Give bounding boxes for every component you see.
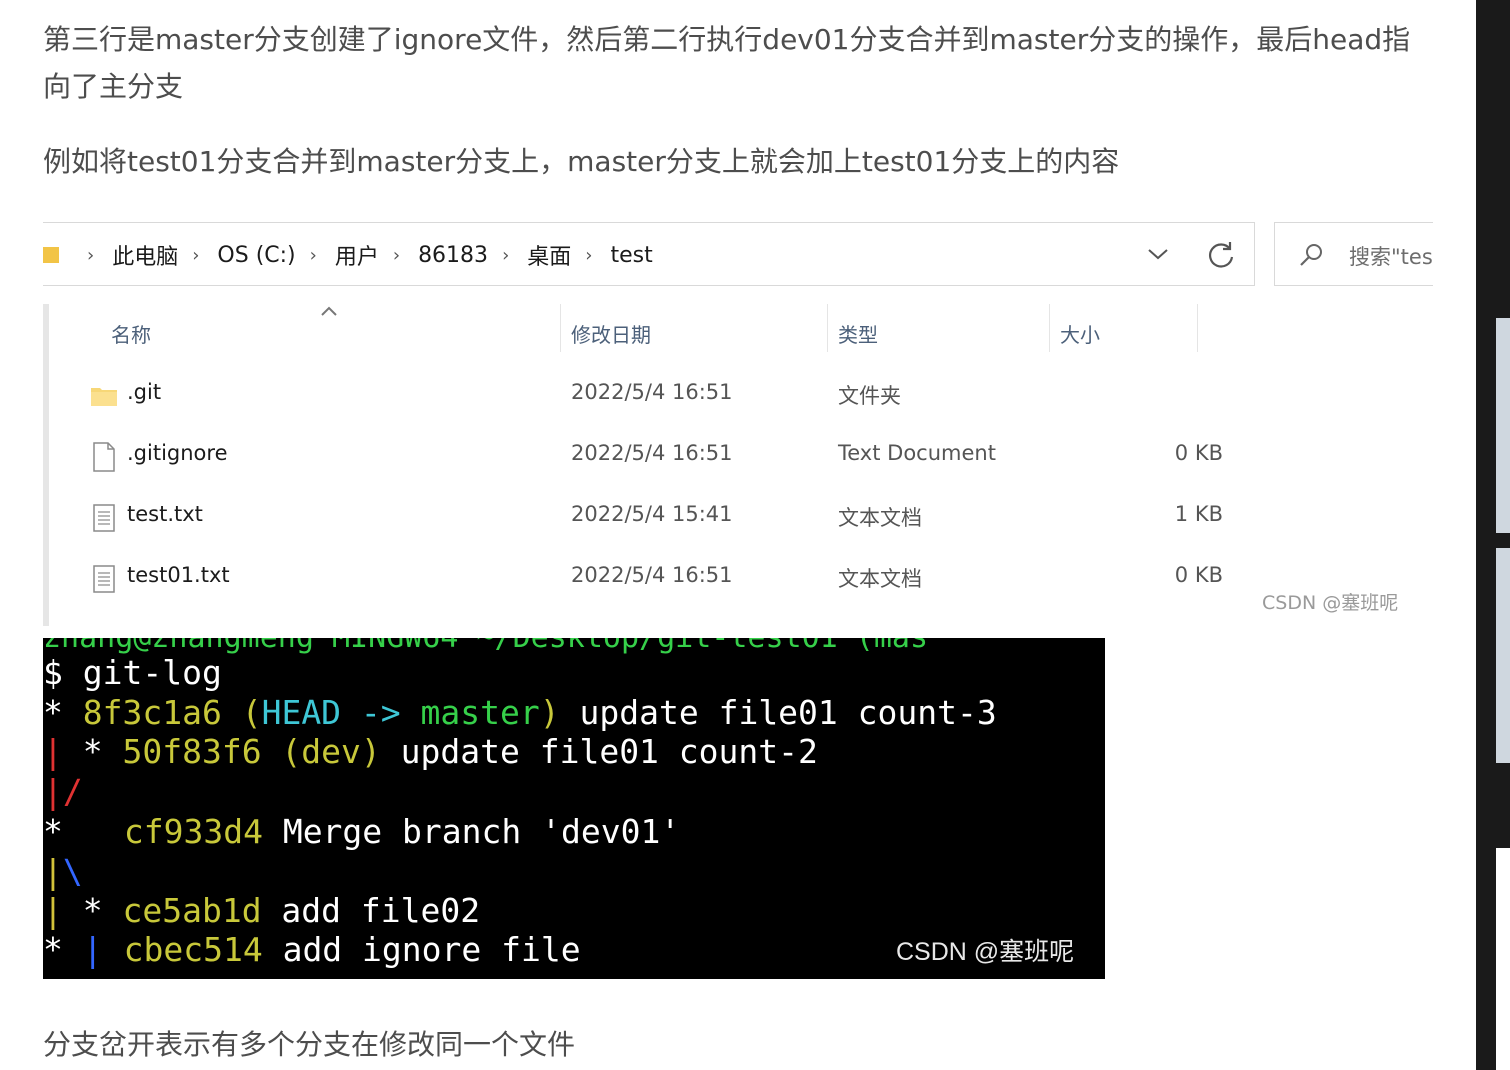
chevron-right-icon[interactable]: › [393,245,400,266]
file-date: 2022/5/4 16:51 [571,563,733,587]
side-panel [1496,848,1510,1070]
graph-star: * [43,812,63,851]
git-log-command: $ git-log [43,653,222,692]
graph-star: * [62,732,123,771]
watermark: CSDN @塞班呢 [1262,592,1399,614]
commit-hash: ce5ab1d [122,891,262,930]
sort-ascending-icon[interactable] [319,304,339,318]
commit-message: add ignore file [262,930,581,969]
head-ref: HEAD [261,693,342,732]
chevron-right-icon[interactable]: › [192,245,199,266]
terminal-command-line: $ git-log [43,653,222,692]
text-file-icon [93,504,115,532]
file-name: test.txt [127,502,203,526]
side-thumbnail[interactable] [1496,318,1510,533]
refresh-icon[interactable] [1203,237,1239,273]
branch-ref: (dev) [261,732,381,771]
file-list: 名称 修改日期 类型 大小 .git 2022/5/4 16:51 文件夹 .g… [43,304,1433,626]
file-row-git[interactable]: .git 2022/5/4 16:51 文件夹 [83,370,1203,422]
column-divider[interactable] [560,304,561,352]
log-line: * | cbec514 add ignore file [43,930,581,969]
column-divider[interactable] [827,304,828,352]
file-name: test01.txt [127,563,230,587]
graph-star: * [62,891,123,930]
breadcrumb-desktop[interactable]: 桌面 [523,239,575,271]
paragraph-merge-example: 例如将test01分支合并到master分支上，master分支上就会加上tes… [43,145,1120,178]
breadcrumb: › 此电脑 › OS (C:) › 用户 › 86183 › 桌面 › test [43,223,657,287]
graph-line: |/ [43,772,83,811]
folder-icon [91,388,117,406]
log-line: * cf933d4 Merge branch 'dev01' [43,812,680,851]
chevron-right-icon[interactable]: › [310,245,317,266]
ref-arrow: -> [341,693,421,732]
file-row-gitignore[interactable]: .gitignore 2022/5/4 16:51 Text Document … [83,431,1223,483]
refs-close: ) [539,693,560,732]
file-explorer-screenshot: › 此电脑 › OS (C:) › 用户 › 86183 › 桌面 › test… [43,222,1433,626]
log-line: | * ce5ab1d add file02 [43,891,480,930]
file-date: 2022/5/4 16:51 [571,380,733,404]
file-row-test-txt[interactable]: test.txt 2022/5/4 15:41 文本文档 1 KB [83,492,1223,544]
paragraph-graph-explanation: 第三行是master分支创建了ignore文件，然后第二行执行dev01分支合并… [43,23,1411,103]
breadcrumb-this-pc[interactable]: 此电脑 [108,239,182,271]
file-size: 1 KB [1174,502,1223,526]
file-type: 文件夹 [838,384,901,408]
file-type: Text Document [838,441,996,465]
commit-hash: cbec514 [123,930,263,969]
graph-bar: | [43,891,63,930]
chevron-right-icon[interactable]: › [87,245,94,266]
address-bar[interactable]: › 此电脑 › OS (C:) › 用户 › 86183 › 桌面 › test [43,222,1255,286]
chevron-down-icon[interactable] [1141,237,1175,271]
breadcrumb-user-folder[interactable]: 86183 [414,243,492,268]
file-date: 2022/5/4 16:51 [571,441,733,465]
commit-hash: cf933d4 [123,812,263,851]
navigation-pane-edge [43,304,49,626]
column-divider[interactable] [1049,304,1050,352]
graph-line: |\ [43,852,83,891]
file-row-test01-txt[interactable]: test01.txt 2022/5/4 16:51 文本文档 0 KB [83,553,1223,605]
file-name: .git [127,380,162,404]
graph-bar: | [62,930,103,969]
breadcrumb-users[interactable]: 用户 [331,239,383,271]
file-size: 0 KB [1174,563,1223,587]
commit-message: update file01 count-2 [380,732,818,771]
document-icon [93,442,115,472]
file-type: 文本文档 [838,567,922,591]
chevron-right-icon[interactable]: › [585,245,592,266]
watermark: CSDN @塞班呢 [896,938,1075,966]
commit-hash: 8f3c1a6 [82,693,222,732]
graph-star: * [43,693,83,732]
breadcrumb-test[interactable]: test [606,243,656,268]
column-header-date[interactable]: 修改日期 [571,316,651,354]
file-size: 0 KB [1174,441,1223,465]
file-type: 文本文档 [838,506,922,530]
paragraph-branch-divergence: 分支岔开表示有多个分支在修改同一个文件 [43,1028,576,1061]
commit-message: add file02 [261,891,481,930]
terminal-screenshot: zhang@zhangmeng MINGW64 ~/Desktop/git-te… [43,638,1105,979]
column-header-name[interactable]: 名称 [111,316,151,354]
refs-open: ( [221,693,262,732]
log-line: * 8f3c1a6 (HEAD -> master) update file01… [43,693,997,732]
breadcrumb-os-c[interactable]: OS (C:) [213,243,299,268]
commit-message: Merge branch 'dev01' [262,812,681,851]
column-header-size[interactable]: 大小 [1060,316,1100,354]
folder-mini-icon [43,247,59,263]
file-name: .gitignore [127,441,228,465]
file-date: 2022/5/4 15:41 [571,502,733,526]
column-divider[interactable] [1197,304,1198,352]
chevron-right-icon[interactable]: › [502,245,509,266]
log-line: | * 50f83f6 (dev) update file01 count-2 [43,732,818,771]
branch-ref: master [420,693,540,732]
search-input[interactable]: 搜索"tes [1274,222,1433,286]
graph-star: * [43,930,63,969]
search-placeholder: 搜索"tes [1349,245,1433,269]
search-icon [1300,244,1322,266]
graph-bar: | [43,732,63,771]
column-header-type[interactable]: 类型 [838,316,878,354]
side-thumbnail[interactable] [1496,548,1510,763]
commit-hash: 50f83f6 [122,732,262,771]
commit-message: update file01 count-3 [559,693,997,732]
text-file-icon [93,565,115,593]
